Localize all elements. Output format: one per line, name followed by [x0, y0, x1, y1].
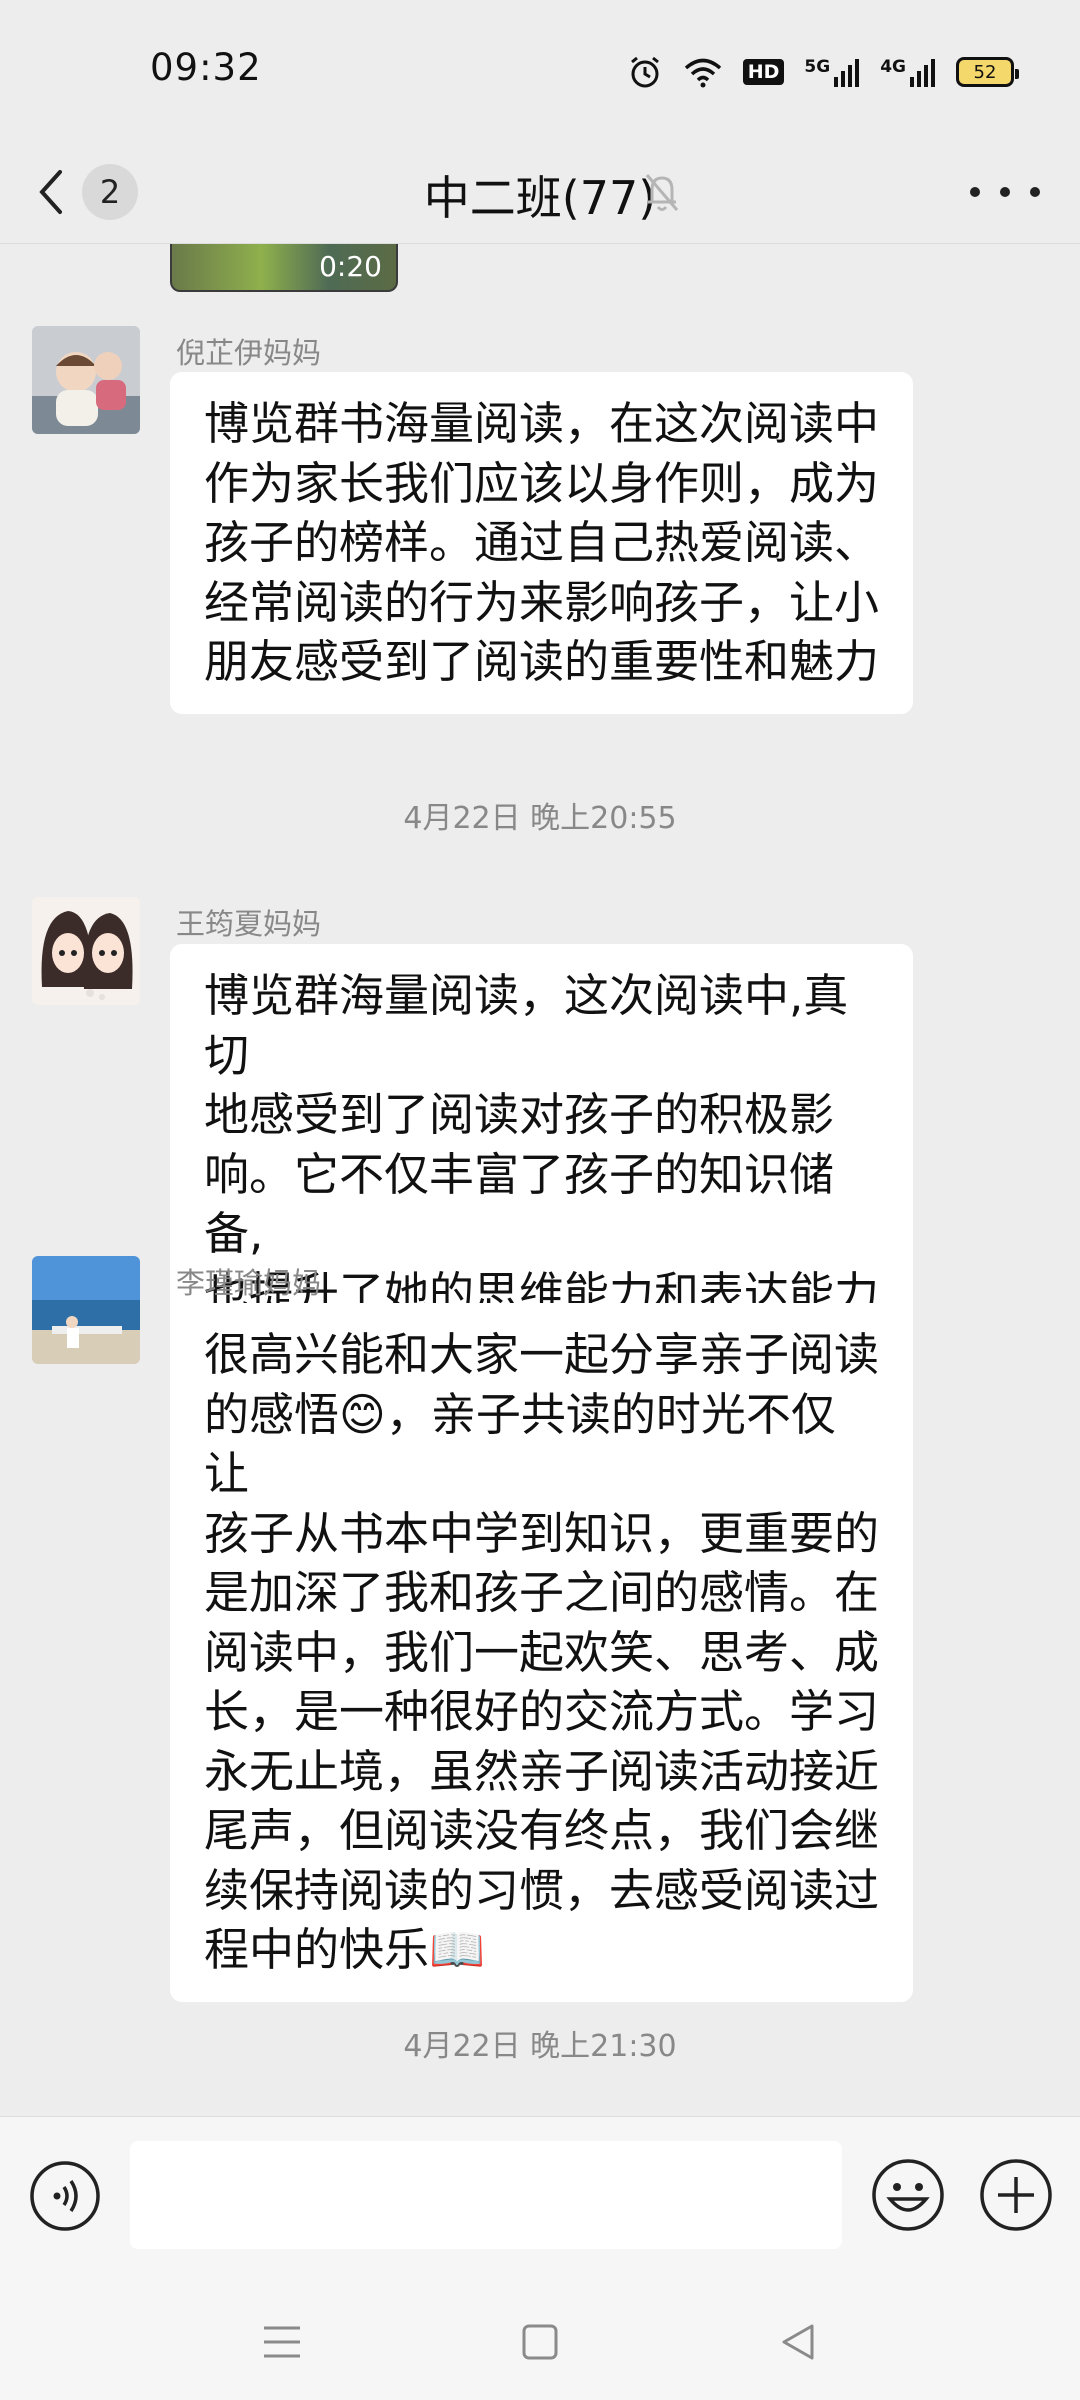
battery-level: 52 — [973, 61, 997, 83]
signal-4g: 4G — [880, 57, 936, 87]
avatar[interactable] — [32, 326, 140, 434]
dot-icon — [1000, 187, 1010, 197]
status-bar: 09:32 HD 5G 4G 52 — [0, 0, 1080, 140]
signal-bars-icon — [910, 59, 935, 87]
message-bubble[interactable]: 博览群书海量阅读，在这次阅读中 作为家长我们应该以身作则，成为 孩子的榜样。通过… — [170, 372, 913, 714]
smiley-icon — [872, 2159, 944, 2231]
back-triangle-icon — [782, 2324, 814, 2360]
dot-icon — [1030, 187, 1040, 197]
signal-5g-label: 5G — [804, 57, 831, 77]
dot-icon — [970, 187, 980, 197]
menu-icon — [264, 2326, 300, 2358]
avatar-photo-icon — [32, 326, 140, 434]
video-message-thumbnail[interactable]: 0:20 — [170, 244, 398, 292]
menu-nav-button[interactable] — [252, 2312, 312, 2372]
signal-5g: 5G — [804, 57, 860, 87]
sender-name: 李瑾瑜妈妈 — [176, 1266, 322, 1300]
sender-name: 倪芷伊妈妈 — [176, 336, 322, 370]
avatar[interactable] — [32, 897, 140, 1005]
plus-icon — [980, 2159, 1052, 2231]
avatar-cartoon-icon — [32, 897, 140, 1005]
voice-input-button[interactable] — [28, 2159, 102, 2233]
message-input-bar — [0, 2116, 1080, 2282]
back-nav-button[interactable] — [768, 2312, 828, 2372]
sender-name: 王筠夏妈妈 — [176, 907, 322, 941]
system-navigation-bar — [0, 2282, 1080, 2400]
avatar-beach-photo-icon — [32, 1256, 140, 1364]
home-nav-button[interactable] — [510, 2312, 570, 2372]
chat-screen: 09:32 HD 5G 4G 52 2 中二班(77) 0:20 倪芷伊妈妈 博… — [0, 0, 1080, 2400]
video-duration: 0:20 — [319, 250, 382, 283]
status-time: 09:32 — [150, 46, 262, 89]
timestamp: 4月22日 晚上21:30 — [403, 2029, 677, 2064]
hd-voice-badge: HD — [742, 59, 785, 85]
message-text-input[interactable] — [130, 2141, 842, 2249]
chat-header: 2 中二班(77) — [0, 140, 1080, 244]
battery-indicator: 52 — [956, 57, 1019, 87]
signal-4g-label: 4G — [880, 57, 906, 77]
signal-bars-icon — [834, 59, 860, 87]
alarm-icon — [630, 56, 659, 88]
more-functions-button[interactable] — [978, 2157, 1054, 2233]
avatar[interactable] — [32, 1256, 140, 1364]
message-bubble[interactable]: 很高兴能和大家一起分享亲子阅读 的感悟😊，亲子共读的时光不仅让 孩子从书本中学到… — [170, 1303, 913, 2002]
chat-title: 中二班(77) — [423, 171, 657, 225]
timestamp: 4月22日 晚上20:55 — [403, 801, 677, 836]
emoji-button[interactable] — [870, 2157, 946, 2233]
voice-icon — [30, 2161, 100, 2231]
more-options-button[interactable] — [970, 172, 1040, 212]
home-square-icon — [522, 2324, 558, 2360]
status-icons: HD 5G 4G 52 — [627, 52, 1019, 92]
mute-bell-icon — [645, 174, 679, 211]
wifi-icon — [684, 58, 721, 88]
